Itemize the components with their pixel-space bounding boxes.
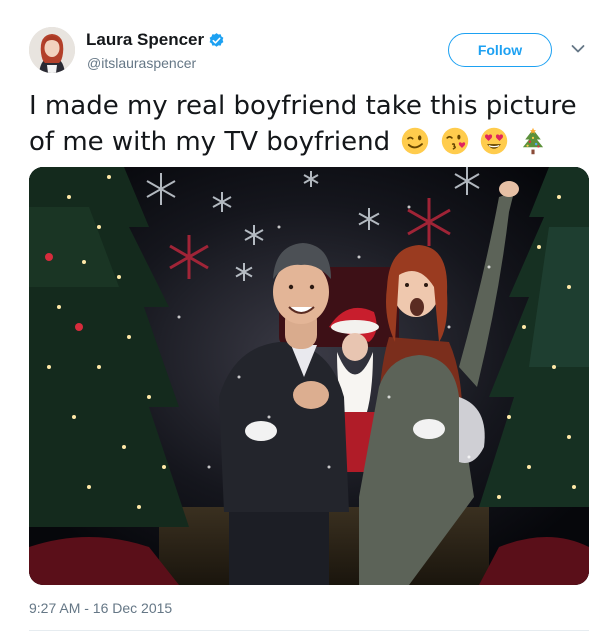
display-name[interactable]: Laura Spencer [86, 30, 204, 50]
winking-face-icon [402, 127, 429, 155]
photo-scene [29, 167, 589, 585]
verified-badge-icon [209, 32, 224, 47]
avatar[interactable] [29, 27, 75, 73]
christmas-tree-icon [523, 127, 544, 155]
tweet-timestamp[interactable]: 9:27 AM - 16 Dec 2015 [29, 600, 172, 616]
author-name-row[interactable]: Laura Spencer [86, 30, 225, 50]
follow-button[interactable]: Follow [448, 33, 552, 67]
tweet-text: I made my real boyfriend take this pictu… [29, 88, 589, 160]
author-handle[interactable]: @itslauraspencer [87, 55, 196, 71]
chevron-down-icon[interactable] [571, 44, 585, 54]
divider [29, 630, 589, 631]
avatar-image [29, 27, 75, 73]
tweet-card: Laura Spencer @itslauraspencer Follow I … [0, 0, 608, 634]
heart-eyes-face-icon [480, 127, 508, 155]
tweet-photo[interactable] [29, 167, 589, 585]
face-blowing-kiss-icon [441, 127, 468, 155]
